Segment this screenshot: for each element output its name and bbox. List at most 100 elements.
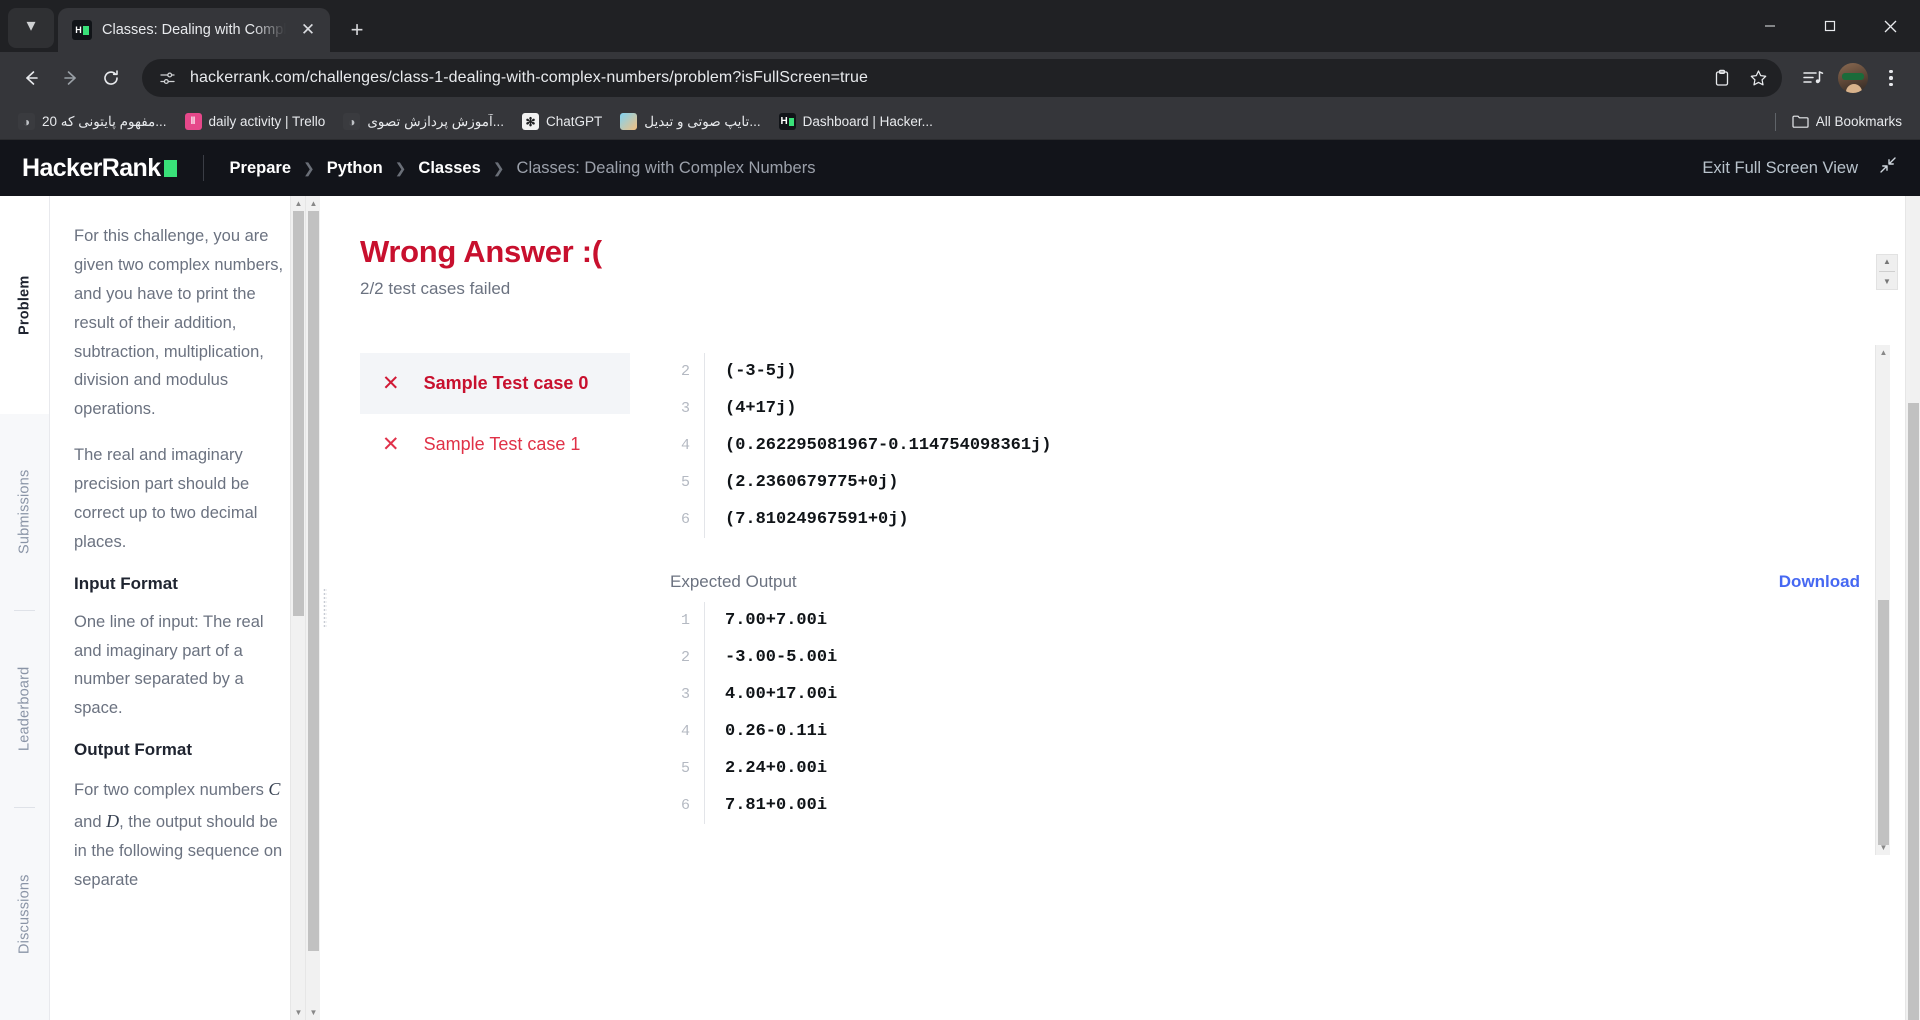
collapse-arrows-icon — [1878, 155, 1898, 181]
minimize-button[interactable] — [1740, 0, 1800, 52]
omnibox-actions — [1706, 62, 1774, 94]
close-icon — [1884, 20, 1896, 32]
problem-outer-scrollbar[interactable]: ▲ ▼ — [305, 196, 320, 1020]
sidebar-item-submissions[interactable]: Submissions — [0, 414, 49, 610]
expected-output-header: Expected Output Download — [670, 572, 1860, 592]
download-link[interactable]: Download — [1779, 572, 1860, 592]
bookmark-label: 20 مفهوم پایتونی که... — [42, 113, 167, 129]
hackerrank-icon: H — [778, 113, 796, 130]
scroll-down-icon[interactable]: ▼ — [306, 1005, 320, 1020]
reload-button[interactable] — [92, 59, 130, 97]
browser-tab[interactable]: H Classes: Dealing with Complex N ✕ — [58, 8, 330, 52]
code-line: 2 (-3-5j) — [670, 353, 1860, 390]
close-icon[interactable]: ✕ — [296, 18, 320, 42]
problem-inner-scrollbar[interactable]: ▲ ▼ — [290, 196, 305, 1020]
breadcrumb-item-current: Classes: Dealing with Complex Numbers — [516, 158, 816, 177]
maximize-button[interactable] — [1800, 0, 1860, 52]
tab-title: Classes: Dealing with Complex N — [102, 22, 286, 38]
scroll-up-icon[interactable]: ▲ — [291, 196, 306, 211]
scroll-up-icon[interactable]: ▲ — [1876, 345, 1891, 360]
chevron-right-icon: ❯ — [394, 159, 407, 176]
bookmark-item[interactable]: ✻ ChatGPT — [514, 109, 610, 134]
all-bookmarks-button[interactable]: All Bookmarks — [1784, 109, 1910, 134]
line-number: 2 — [680, 649, 690, 666]
line-text: 2.24+0.00i — [704, 750, 1860, 787]
browser-toolbar: hackerrank.com/challenges/class-1-dealin… — [0, 52, 1920, 104]
output-column: 2 (-3-5j) 3 (4+17j) 4 (0.262295081967-0.… — [630, 345, 1890, 855]
line-text: (0.262295081967-0.114754098361j) — [704, 427, 1860, 464]
page-scrollbar[interactable] — [1905, 196, 1920, 1020]
bookmark-item[interactable]: ◑ 20 مفهوم پایتونی که... — [10, 109, 175, 134]
pane-splitter[interactable] — [320, 196, 330, 1020]
failed-icon: ✕ — [382, 372, 400, 395]
tab-search-button[interactable]: ▾ — [8, 8, 54, 48]
code-line: 6 (7.81024967591+0j) — [670, 501, 1860, 538]
scrollbar-thumb[interactable] — [293, 211, 304, 616]
your-output-code: 2 (-3-5j) 3 (4+17j) 4 (0.262295081967-0.… — [670, 353, 1860, 538]
code-line: 6 7.81+0.00i — [670, 787, 1860, 824]
toolbar-right-actions — [1794, 59, 1908, 97]
expected-output-code: 1 7.00+7.00i 2 -3.00-5.00i 3 4.00+17.00i — [670, 602, 1860, 824]
media-control-icon[interactable] — [1794, 59, 1832, 97]
scrollbar-thumb[interactable] — [1878, 600, 1889, 845]
scroll-down-icon[interactable]: ▼ — [291, 1005, 306, 1020]
splitter-grip-icon[interactable] — [323, 588, 327, 628]
bookmark-item[interactable]: ‖ daily activity | Trello — [177, 109, 334, 134]
line-text: (4+17j) — [704, 390, 1860, 427]
code-line: 5 2.24+0.00i — [670, 750, 1860, 787]
kebab-menu-icon[interactable] — [1874, 61, 1908, 95]
clipboard-icon[interactable] — [1706, 62, 1738, 94]
bookmark-item[interactable]: ◑ آموزش پردازش تصوی... — [335, 109, 512, 134]
scroll-down-icon[interactable]: ▼ — [1876, 840, 1891, 855]
breadcrumb-item-classes[interactable]: Classes — [418, 159, 480, 178]
exit-fullscreen-button[interactable]: Exit Full Screen View — [1702, 155, 1898, 181]
stepper-down-icon[interactable]: ▼ — [1883, 278, 1891, 286]
address-bar[interactable]: hackerrank.com/challenges/class-1-dealin… — [142, 59, 1782, 97]
scrollbar-thumb[interactable] — [308, 211, 319, 951]
chevron-right-icon: ❯ — [303, 159, 315, 176]
line-text: (-3-5j) — [704, 353, 1860, 390]
bookmark-item[interactable]: H Dashboard | Hacker... — [771, 109, 941, 134]
hackerrank-logo[interactable]: HackerRank — [22, 154, 177, 183]
output-format-text-a: For two complex numbers — [74, 781, 269, 800]
math-var-c: C — [268, 779, 281, 800]
close-window-button[interactable] — [1860, 0, 1920, 52]
new-tab-button[interactable]: + — [340, 13, 374, 47]
breadcrumb-item-python[interactable]: Python — [327, 159, 383, 178]
sidebar-item-problem[interactable]: Problem — [0, 196, 49, 414]
stepper-up-icon[interactable]: ▲ — [1883, 257, 1891, 266]
sidebar-item-discussions[interactable]: Discussions — [0, 808, 49, 1020]
scroll-up-icon[interactable]: ▲ — [306, 196, 320, 211]
bookmark-label: daily activity | Trello — [208, 114, 326, 129]
math-var-d: D — [106, 810, 120, 831]
testcase-label: Sample Test case 1 — [423, 434, 581, 454]
hackerrank-favicon: H — [72, 20, 92, 40]
line-text: 4.00+17.00i — [704, 676, 1860, 713]
testcase-item-0[interactable]: ✕ Sample Test case 0 — [360, 353, 630, 414]
result-subtitle: 2/2 test cases failed — [360, 279, 511, 298]
logo-square-icon — [163, 159, 177, 177]
divider — [1879, 271, 1895, 273]
bookmark-item[interactable]: تایپ صوتی و تبدیل... — [612, 109, 768, 134]
tab-strip: ▾ H Classes: Dealing with Complex N ✕ + — [0, 0, 1920, 52]
vertical-tab-rail: Problem Submissions Leaderboard Discussi… — [0, 196, 50, 1020]
forward-button[interactable] — [52, 59, 90, 97]
site-settings-icon[interactable] — [156, 67, 178, 89]
line-number: 2 — [680, 363, 690, 380]
testcase-item-1[interactable]: ✕ Sample Test case 1 — [360, 414, 630, 475]
bookmark-star-icon[interactable] — [1742, 62, 1774, 94]
profile-avatar[interactable] — [1838, 63, 1868, 93]
all-bookmarks-area: All Bookmarks — [1767, 109, 1910, 134]
code-scrollbar[interactable]: ▲ ▼ — [1875, 345, 1890, 855]
code-line: 1 7.00+7.00i — [670, 602, 1860, 639]
sidebar-item-leaderboard[interactable]: Leaderboard — [0, 611, 49, 807]
back-button[interactable] — [12, 59, 50, 97]
line-text: -3.00-5.00i — [704, 639, 1860, 676]
breadcrumb-item-prepare[interactable]: Prepare — [230, 159, 291, 178]
line-number: 1 — [680, 612, 690, 629]
scrollbar-thumb[interactable] — [1908, 403, 1919, 1020]
problem-paragraph: The real and imaginary precision part sh… — [74, 446, 258, 551]
globe-icon: ◑ — [18, 113, 35, 130]
result-stepper[interactable]: ▲ ▼ — [1876, 254, 1898, 290]
code-line: 3 (4+17j) — [670, 390, 1860, 427]
